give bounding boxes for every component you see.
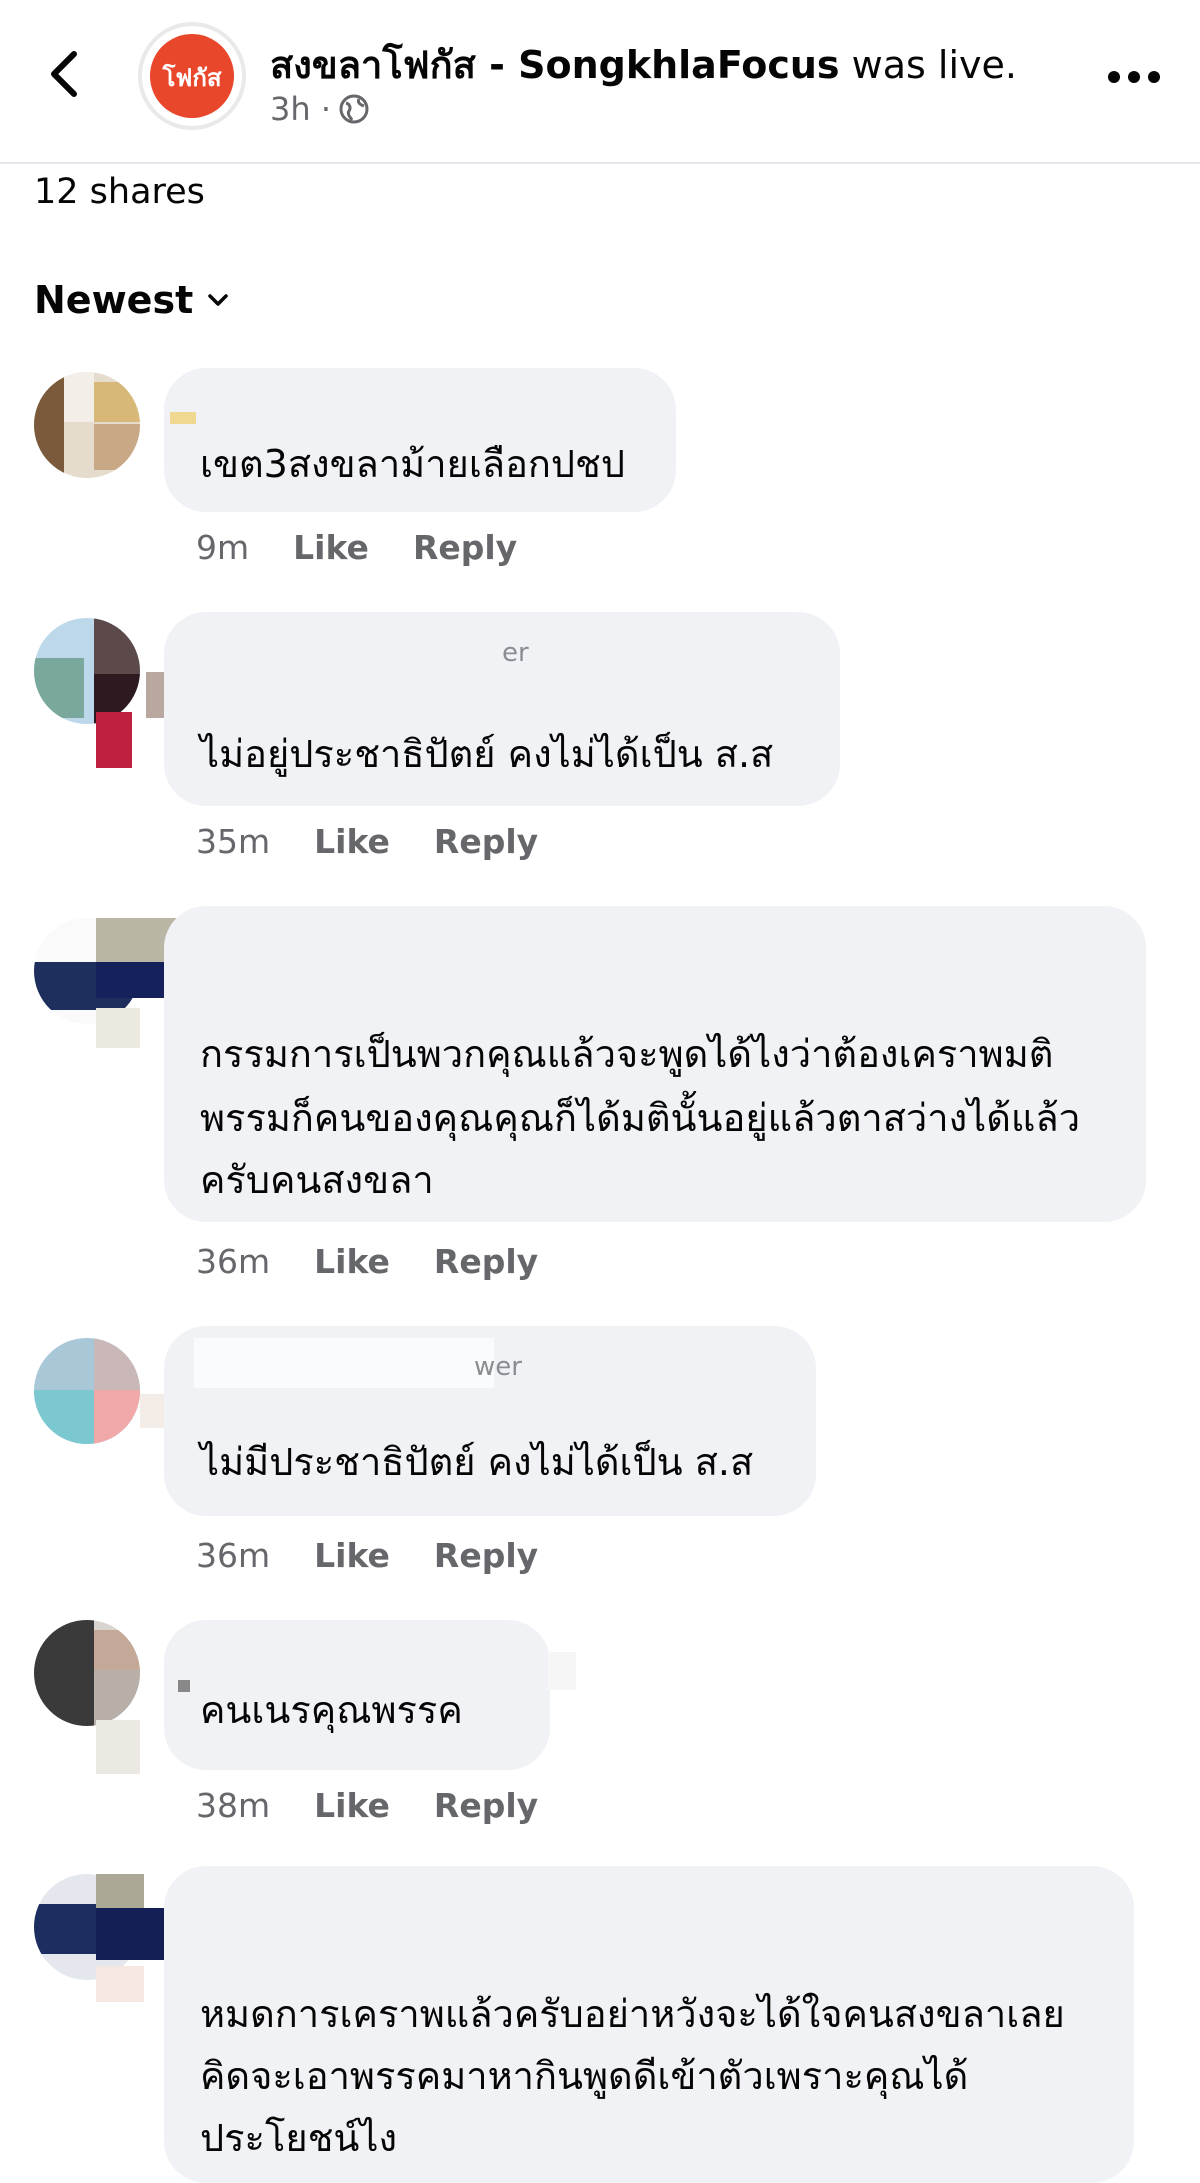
- reply-button[interactable]: Reply: [413, 528, 517, 567]
- more-options-button[interactable]: [1106, 62, 1162, 92]
- globe-icon: [339, 94, 369, 124]
- comment-bubble[interactable]: หมดการเคราพแล้วครับอย่าหวังจะได้ใจคนสงขล…: [164, 1866, 1134, 2183]
- comment-actions: 36m Like Reply: [196, 1242, 538, 1281]
- shares-count[interactable]: 12 shares: [34, 172, 205, 212]
- like-button[interactable]: Like: [314, 1536, 390, 1575]
- like-button[interactable]: Like: [314, 822, 390, 861]
- live-status: was live.: [851, 43, 1017, 87]
- post-header: โฟกัส สงขลาโฟกัส - SongkhlaFocus was liv…: [0, 0, 1200, 164]
- avatar-pixelation: [96, 1008, 140, 1048]
- page-name-link[interactable]: สงขลาโฟกัส - SongkhlaFocus: [270, 43, 840, 87]
- comment-text-line: ไม่มีประชาธิปัตย์ คงไม่ได้เป็น ส.ส: [200, 1440, 754, 1484]
- comment-time[interactable]: 9m: [196, 528, 249, 567]
- comment-text-line: ประโยชน์ไง: [200, 2116, 398, 2160]
- post-title: สงขลาโฟกัส - SongkhlaFocus was live.: [270, 34, 1017, 95]
- reply-button[interactable]: Reply: [434, 1536, 538, 1575]
- comment-text-line: ไม่อยู่ประชาธิปัตย์ คงไม่ได้เป็น ส.ส: [200, 732, 774, 776]
- avatar-pixelation: [96, 1966, 144, 2002]
- chevron-down-icon: [208, 294, 228, 306]
- reply-button[interactable]: Reply: [434, 822, 538, 861]
- sort-dropdown[interactable]: Newest: [34, 278, 229, 322]
- avatar-pixelation: [96, 1874, 144, 1910]
- comment-actions: 9m Like Reply: [196, 528, 517, 567]
- comment-time[interactable]: 36m: [196, 1242, 270, 1281]
- comment-bubble[interactable]: เขต3สงขลาม้ายเลือกปชป: [164, 368, 676, 512]
- like-button[interactable]: Like: [293, 528, 369, 567]
- comment-bubble[interactable]: er ไม่อยู่ประชาธิปัตย์ คงไม่ได้เป็น ส.ส: [164, 612, 840, 806]
- avatar[interactable]: [34, 1620, 140, 1726]
- comment-text-line: คิดจะเอาพรรคมาหากินพูดดีเข้าตัวเพราะคุณไ…: [200, 2054, 969, 2098]
- chevron-left-icon: [51, 51, 77, 97]
- back-button[interactable]: [40, 44, 90, 104]
- author-redaction: [194, 1338, 494, 1388]
- comment-text-line: เขต3สงขลาม้ายเลือกปชป: [200, 442, 625, 486]
- page-logo-text: โฟกัส: [162, 64, 222, 92]
- page-logo: โฟกัส: [150, 34, 234, 118]
- avatar-pixelation: [96, 712, 132, 768]
- avatar[interactable]: [34, 372, 140, 478]
- post-time[interactable]: 3h ·: [270, 90, 331, 128]
- comment-time[interactable]: 38m: [196, 1786, 270, 1825]
- comment-text-line: พรรมก็คนของคุณคุณก็ได้มตินั้นอยู่แล้วตาส…: [200, 1096, 1081, 1140]
- reply-button[interactable]: Reply: [434, 1242, 538, 1281]
- author-redaction: [548, 1652, 576, 1690]
- comment-text-line: หมดการเคราพแล้วครับอย่าหวังจะได้ใจคนสงขล…: [200, 1992, 1065, 2036]
- avatar[interactable]: [34, 1338, 140, 1444]
- post-meta: 3h ·: [270, 90, 371, 128]
- comment-author[interactable]: wer: [474, 1352, 522, 1382]
- comment-bubble[interactable]: กรรมการเป็นพวกคุณแล้วจะพูดได้ไงว่าต้องเค…: [164, 906, 1146, 1222]
- reply-button[interactable]: Reply: [434, 1786, 538, 1825]
- comment-text-line: ครับคนสงขลา: [200, 1158, 434, 1202]
- sort-label: Newest: [34, 278, 194, 322]
- comment-actions: 36m Like Reply: [196, 1536, 538, 1575]
- avatar[interactable]: [34, 618, 140, 724]
- comment-author[interactable]: er: [502, 638, 529, 668]
- avatar-pixelation: [96, 1720, 140, 1774]
- comment-time[interactable]: 35m: [196, 822, 270, 861]
- comment-actions: 38m Like Reply: [196, 1786, 538, 1825]
- comment-bubble[interactable]: wer ไม่มีประชาธิปัตย์ คงไม่ได้เป็น ส.ส: [164, 1326, 816, 1516]
- like-button[interactable]: Like: [314, 1242, 390, 1281]
- comment-actions: 35m Like Reply: [196, 822, 538, 861]
- comment-time[interactable]: 36m: [196, 1536, 270, 1575]
- comment-text-line: คนเนรคุณพรรค: [200, 1688, 463, 1732]
- like-button[interactable]: Like: [314, 1786, 390, 1825]
- comment-text-line: กรรมการเป็นพวกคุณแล้วจะพูดได้ไงว่าต้องเค…: [200, 1032, 1054, 1076]
- comment-bubble[interactable]: คนเนรคุณพรรค: [164, 1620, 550, 1770]
- ellipsis-icon: [1108, 71, 1160, 83]
- page-avatar[interactable]: โฟกัส: [138, 22, 246, 130]
